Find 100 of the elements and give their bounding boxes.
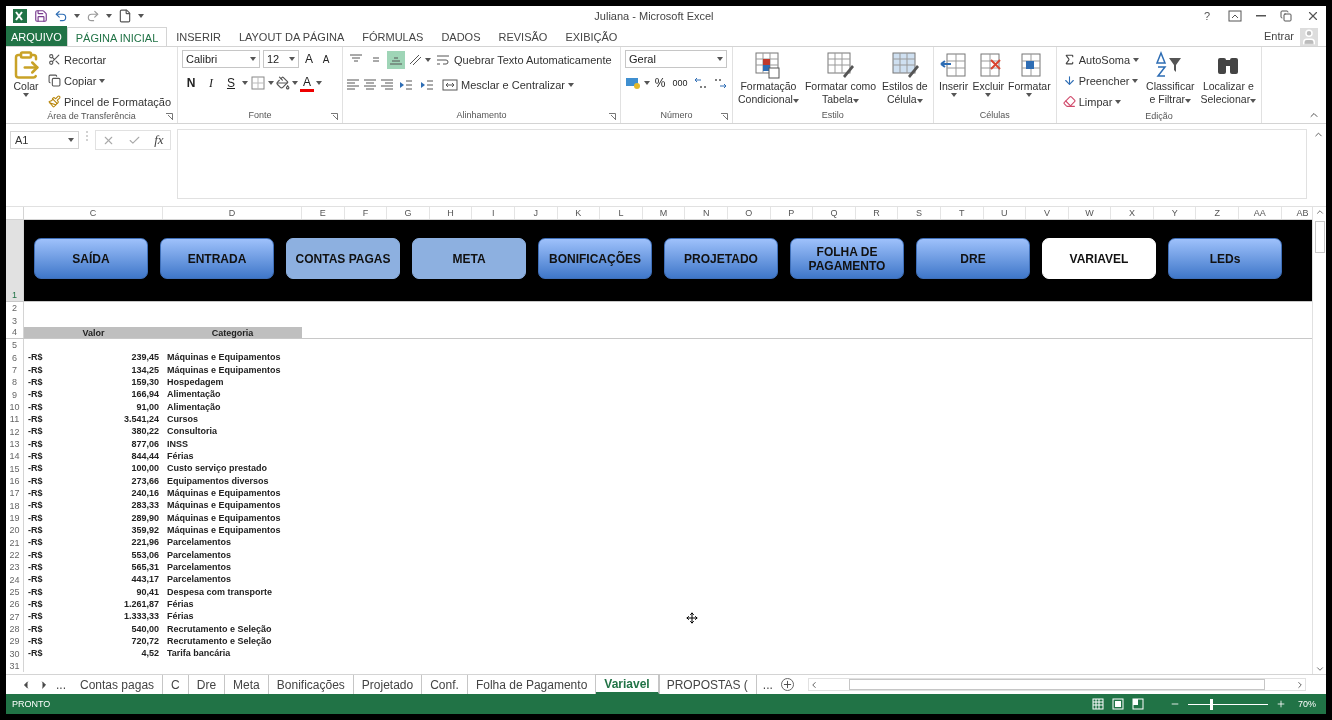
wrap-text-button[interactable]: Quebrar Texto Automaticamente (433, 50, 614, 69)
vertical-align-button[interactable] (387, 50, 405, 69)
column-header[interactable]: T (940, 207, 984, 219)
sheet-tab[interactable]: Variavel (596, 675, 659, 694)
row-header[interactable]: 24 (6, 573, 24, 586)
column-header[interactable]: W (1068, 207, 1112, 219)
vertical-scrollbar[interactable] (1312, 207, 1326, 674)
zoom-level[interactable]: 70% (1298, 699, 1316, 709)
column-header[interactable]: P (770, 207, 814, 219)
column-header[interactable]: S (898, 207, 941, 219)
undo-icon[interactable] (54, 9, 68, 23)
editing-command[interactable]: AutoSoma (1060, 50, 1142, 69)
sheet-nav-button[interactable]: PROJETADO (664, 238, 778, 279)
ribbon-button[interactable]: Formatação Condicional (737, 50, 800, 106)
sheet-nav-button[interactable]: META (412, 238, 526, 279)
column-header[interactable]: Z (1196, 207, 1240, 219)
scrollbar-thumb[interactable] (1314, 221, 1325, 253)
dialog-launcher-icon[interactable] (166, 113, 173, 120)
sign-in-link[interactable]: Entrar (1264, 30, 1294, 42)
italic-button[interactable]: I (202, 74, 220, 92)
ribbon-button[interactable]: Formatar (1007, 50, 1052, 97)
font-color-button[interactable]: A (300, 74, 314, 92)
row-header[interactable]: 1 (6, 220, 24, 301)
scroll-up-icon[interactable] (1314, 207, 1325, 217)
row-header[interactable]: 27 (6, 610, 24, 623)
column-header[interactable]: O (727, 207, 771, 219)
column-header[interactable]: V (1026, 207, 1069, 219)
save-icon[interactable] (34, 9, 48, 23)
ribbon-tab[interactable]: EXIBIÇÃO (556, 26, 627, 46)
ribbon-tab[interactable]: LAYOUT DA PÁGINA (229, 26, 354, 46)
new-file-icon[interactable] (118, 9, 132, 23)
paste-button[interactable]: Colar (10, 50, 42, 111)
ribbon-button[interactable]: Estilos de Célula (881, 50, 929, 106)
ribbon-button[interactable]: Inserir (937, 50, 970, 97)
insert-function-button[interactable]: fx (154, 132, 164, 148)
column-header[interactable]: J (514, 207, 558, 219)
merge-center-button[interactable]: Mesclar e Centralizar (440, 75, 576, 94)
column-header[interactable]: L (600, 207, 643, 219)
column-header[interactable]: U (983, 207, 1027, 219)
dialog-launcher-icon[interactable] (721, 113, 728, 120)
number-format-field[interactable]: Geral (625, 50, 727, 68)
scroll-left-icon[interactable] (809, 679, 819, 690)
restore-button[interactable] (1280, 10, 1292, 22)
row-header[interactable]: 30 (6, 647, 24, 660)
ribbon-button[interactable]: Localizar e Selecionar (1199, 50, 1258, 106)
zoom-in-icon[interactable] (1276, 699, 1286, 709)
column-header[interactable]: R (855, 207, 899, 219)
minimize-button[interactable] (1256, 15, 1266, 17)
ribbon-tab[interactable]: INSERIR (167, 26, 230, 46)
ribbon-tab[interactable]: ARQUIVO (6, 26, 67, 46)
sheet-nav-button[interactable]: BONIFICAÇÕES (538, 238, 652, 279)
font-size-field[interactable]: 12 (263, 50, 299, 68)
ribbon-button[interactable]: Formatar como Tabela (803, 50, 878, 106)
shrink-font-button[interactable]: A (319, 50, 333, 68)
ribbon-tab[interactable]: PÁGINA INICIAL (66, 27, 168, 47)
column-header[interactable]: M (642, 207, 686, 219)
column-header[interactable]: F (344, 207, 388, 219)
formula-input[interactable] (177, 129, 1307, 199)
thousands-button[interactable]: 000 (670, 74, 690, 92)
editing-command[interactable]: Preencher (1060, 71, 1142, 90)
redo-icon[interactable] (86, 9, 100, 23)
row-header[interactable]: 21 (6, 536, 24, 549)
more-sheets-button[interactable]: ... (756, 677, 779, 692)
scroll-right-icon[interactable] (1295, 679, 1305, 690)
help-button[interactable]: ? (1203, 10, 1210, 22)
more-sheets-button[interactable]: ... (50, 677, 72, 692)
bold-button[interactable]: N (182, 74, 200, 92)
percent-button[interactable]: % (653, 74, 667, 92)
column-header[interactable]: D (163, 207, 302, 219)
sheet-nav-button[interactable]: SAÍDA (34, 238, 148, 279)
horizontal-scrollbar[interactable] (808, 678, 1306, 691)
ribbon-tab[interactable]: DADOS (432, 26, 490, 46)
dialog-launcher-icon[interactable] (331, 113, 338, 120)
ribbon-button[interactable]: Excluir (971, 50, 1006, 97)
dialog-launcher-icon[interactable] (609, 113, 616, 120)
column-header[interactable]: G (387, 207, 430, 219)
column-header[interactable]: X (1111, 207, 1154, 219)
clipboard-command[interactable]: Copiar (46, 71, 173, 90)
column-header[interactable]: E (302, 207, 345, 219)
sheet-nav-button[interactable]: ENTRADA (160, 238, 274, 279)
scroll-down-icon[interactable] (1314, 664, 1325, 674)
ribbon-tab[interactable]: FÓRMULAS (353, 26, 433, 46)
sheet-nav-button[interactable]: CONTAS PAGAS (286, 238, 400, 279)
column-header[interactable]: Q (813, 207, 856, 219)
name-box[interactable]: A1 (10, 131, 79, 149)
clipboard-command[interactable]: Pincel de Formatação (46, 92, 173, 111)
column-header[interactable]: H (429, 207, 473, 219)
underline-button[interactable]: S (222, 74, 240, 92)
column-header[interactable]: AA (1239, 207, 1282, 219)
clipboard-command[interactable]: Recortar (46, 50, 173, 69)
sheet-nav-button[interactable]: LEDs (1168, 238, 1282, 279)
zoom-slider-thumb[interactable] (1210, 698, 1214, 710)
column-header[interactable]: C (24, 207, 163, 219)
sheet-nav-button[interactable]: FOLHA DE PAGAMENTO (790, 238, 904, 279)
sheet-nav-button[interactable]: DRE (916, 238, 1030, 279)
grow-font-button[interactable]: A (302, 50, 316, 68)
ribbon-display-button[interactable] (1228, 10, 1242, 22)
close-button[interactable] (1306, 9, 1320, 23)
ribbon-tab[interactable]: REVISÃO (489, 26, 557, 46)
scrollbar-thumb[interactable] (849, 679, 1265, 690)
